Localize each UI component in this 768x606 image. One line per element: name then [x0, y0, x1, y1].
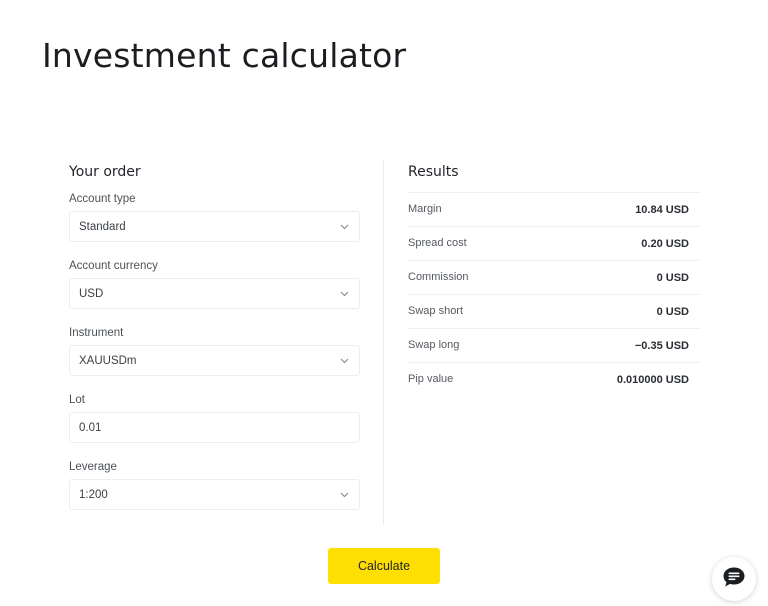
leverage-field: Leverage 1:200 — [69, 460, 360, 510]
lot-value: 0.01 — [79, 421, 102, 434]
lot-input[interactable]: 0.01 — [69, 412, 360, 443]
chevron-down-icon — [339, 222, 349, 232]
order-section-title: Your order — [69, 164, 141, 180]
results-list: Margin 10.84 USD Spread cost 0.20 USD Co… — [408, 192, 700, 397]
result-label: Commission — [408, 270, 469, 283]
result-label: Swap long — [408, 338, 460, 351]
calculate-button[interactable]: Calculate — [328, 548, 440, 584]
investment-calculator-page: Investment calculator Your order Account… — [0, 0, 768, 606]
result-value: 0 USD — [656, 271, 689, 284]
results-section-title: Results — [408, 164, 459, 180]
leverage-value: 1:200 — [79, 488, 108, 501]
result-value: 0.20 USD — [641, 237, 689, 250]
instrument-select[interactable]: XAUUSDm — [69, 345, 360, 376]
account-currency-select[interactable]: USD — [69, 278, 360, 309]
result-value: 0 USD — [656, 305, 689, 318]
instrument-label: Instrument — [69, 327, 124, 339]
result-label: Margin — [408, 202, 442, 215]
result-row-spread-cost: Spread cost 0.20 USD — [408, 227, 700, 261]
result-row-swap-short: Swap short 0 USD — [408, 295, 700, 329]
chat-button[interactable] — [712, 557, 756, 601]
leverage-label: Leverage — [69, 461, 117, 473]
result-label: Spread cost — [408, 236, 467, 249]
result-label: Swap short — [408, 304, 464, 317]
account-type-value: Standard — [79, 220, 126, 233]
account-type-select[interactable]: Standard — [69, 211, 360, 242]
result-row-pip-value: Pip value 0.010000 USD — [408, 363, 700, 397]
chevron-down-icon — [339, 490, 349, 500]
result-value: −0.35 USD — [634, 339, 689, 352]
order-form: Your order Account type Standard Account… — [69, 162, 360, 510]
chat-bubble-icon — [722, 566, 746, 593]
result-value: 10.84 USD — [635, 203, 689, 216]
results-panel: Results Margin 10.84 USD Spread cost 0.2… — [408, 162, 700, 397]
account-currency-label: Account currency — [69, 260, 158, 272]
lot-field: Lot 0.01 — [69, 393, 360, 443]
result-value: 0.010000 USD — [616, 374, 689, 386]
account-currency-field: Account currency USD — [69, 259, 360, 309]
account-type-label: Account type — [69, 193, 136, 205]
result-row-swap-long: Swap long −0.35 USD — [408, 329, 700, 363]
leverage-select[interactable]: 1:200 — [69, 479, 360, 510]
result-row-margin: Margin 10.84 USD — [408, 193, 700, 227]
instrument-value: XAUUSDm — [79, 354, 137, 367]
instrument-field: Instrument XAUUSDm — [69, 326, 360, 376]
chevron-down-icon — [339, 289, 349, 299]
chevron-down-icon — [339, 356, 349, 366]
account-currency-value: USD — [79, 287, 104, 300]
lot-label: Lot — [69, 394, 85, 406]
column-divider — [383, 160, 384, 525]
result-label: Pip value — [408, 373, 454, 385]
account-type-field: Account type Standard — [69, 192, 360, 242]
page-title: Investment calculator — [42, 36, 407, 75]
result-row-commission: Commission 0 USD — [408, 261, 700, 295]
